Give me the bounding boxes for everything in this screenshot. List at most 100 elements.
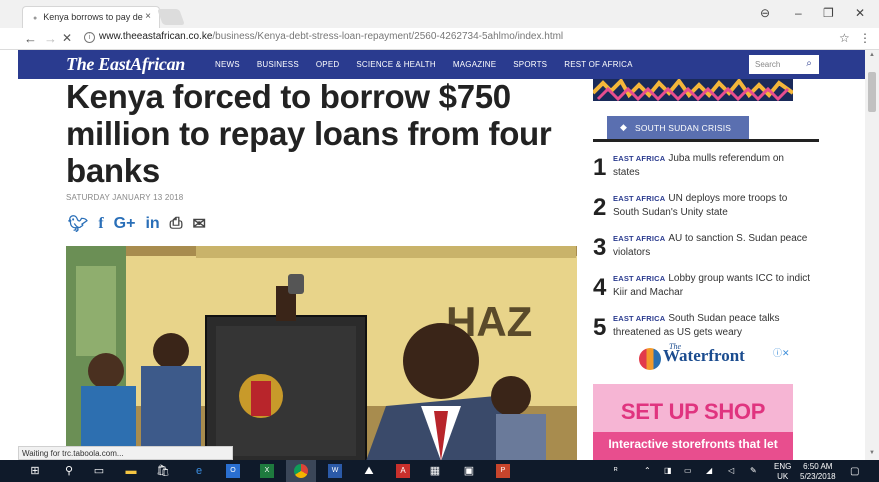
section-divider	[593, 139, 819, 142]
story-number: 4	[593, 274, 607, 301]
menu-item-news[interactable]: NEWS	[215, 60, 240, 69]
lang-top: ENG	[774, 462, 792, 471]
outlook-icon[interactable]: O	[226, 464, 240, 478]
scroll-up-icon[interactable]: ▲	[869, 52, 875, 58]
info-icon[interactable]: i	[84, 32, 95, 43]
search-taskbar-icon[interactable]: ⚲	[62, 464, 76, 478]
minimize-icon[interactable]: –	[795, 6, 802, 20]
excel-icon[interactable]: X	[260, 464, 274, 478]
language-indicator[interactable]: ENG UK	[774, 462, 791, 482]
lang-bottom: UK	[777, 472, 789, 481]
browser-tab[interactable]: ● Kenya borrows to pay de ×	[22, 6, 160, 28]
menu-item-sports[interactable]: SPORTS	[513, 60, 547, 69]
notifications-icon[interactable]: ▢	[850, 466, 859, 477]
forward-icon[interactable]: →	[44, 31, 57, 46]
clock-time: 6:50 AM	[803, 462, 833, 471]
stop-icon[interactable]: ✕	[62, 31, 72, 45]
store-icon[interactable]: 🛍︎	[156, 464, 170, 478]
page-scrollbar[interactable]: ▲ ▼	[865, 50, 879, 460]
new-tab-button[interactable]	[157, 9, 185, 25]
back-icon[interactable]: ←	[24, 31, 37, 46]
clock-date: 5/23/2018	[800, 472, 836, 481]
menu-item-oped[interactable]: OPED	[316, 60, 339, 69]
file-explorer-icon[interactable]: ▬	[124, 464, 138, 478]
calculator-icon[interactable]: ▦	[428, 464, 442, 478]
windows-start-icon[interactable]: ⊞	[28, 464, 42, 478]
print-icon[interactable]: ⎙	[170, 215, 183, 233]
word-icon[interactable]: W	[328, 464, 342, 478]
ad-headline: SET UP SHOP	[620, 399, 766, 424]
share-bar: 🐦︎ f G+ in ⎙ ✉	[68, 214, 216, 234]
windows-taskbar: ⊞ ⚲ ▭ ▬ 🛍︎ e O X W ⛰ A ▦ ▣ P ᴿ ⌃ ◨ ▭ ◢ ◁…	[0, 460, 879, 482]
facebook-icon[interactable]: f	[98, 215, 103, 233]
url-host: www.theeastafrican.co.ke	[99, 31, 213, 42]
menu-item-science-health[interactable]: SCIENCE & HEALTH	[356, 60, 436, 69]
related-stories-list: 1 EAST AFRICA Juba mulls referendum on st…	[593, 150, 819, 350]
waterfront-ad[interactable]: The Waterfront ⓘ✕ SET UP SHOP Interactiv…	[593, 340, 793, 460]
story-kicker: EAST AFRICA	[613, 274, 666, 283]
people-icon[interactable]: ᴿ	[614, 466, 618, 475]
linkedin-icon[interactable]: in	[145, 215, 159, 233]
page-viewport: The EastAfrican NEWS BUSINESS OPED SCIEN…	[0, 50, 865, 460]
battery-icon[interactable]: ▭	[684, 466, 692, 475]
google-plus-icon[interactable]: G+	[114, 215, 136, 233]
tab-favicon: ●	[33, 15, 38, 22]
tab-close-icon[interactable]: ×	[145, 11, 151, 22]
pen-icon[interactable]: ✎	[750, 466, 757, 475]
article-photo: HAZ	[66, 246, 577, 460]
top-banner-ad[interactable]	[593, 79, 793, 101]
pdf-icon[interactable]: A	[396, 464, 410, 478]
powerpoint-icon[interactable]: P	[496, 464, 510, 478]
menu-item-business[interactable]: BUSINESS	[257, 60, 299, 69]
tab-title: Kenya borrows to pay de	[43, 12, 143, 22]
article-headline: Kenya forced to borrow $750 million to r…	[66, 78, 552, 189]
mail-icon[interactable]: ✉	[192, 214, 205, 234]
list-item[interactable]: 1 EAST AFRICA Juba mulls referendum on st…	[593, 150, 819, 190]
adchoices-icon[interactable]: ⓘ✕	[773, 346, 790, 359]
menu-item-magazine[interactable]: MAGAZINE	[453, 60, 496, 69]
photos-icon[interactable]: ▣	[462, 464, 476, 478]
wifi-icon[interactable]: ◢	[706, 466, 712, 475]
story-kicker: EAST AFRICA	[613, 314, 666, 323]
chrome-icon[interactable]	[294, 464, 308, 478]
menu-item-rest-of-africa[interactable]: REST OF AFRICA	[564, 60, 632, 69]
site-navbar: The EastAfrican NEWS BUSINESS OPED SCIEN…	[18, 50, 865, 79]
list-item[interactable]: 3 EAST AFRICA AU to sanction S. Sudan pea…	[593, 230, 819, 270]
story-number: 2	[593, 194, 607, 221]
story-kicker: EAST AFRICA	[613, 154, 666, 163]
task-view-icon[interactable]: ▭	[92, 464, 106, 478]
edge-icon[interactable]: e	[192, 464, 206, 478]
story-number: 1	[593, 154, 607, 181]
scroll-down-icon[interactable]: ▼	[869, 450, 875, 456]
waterfront-logo-icon	[639, 348, 661, 370]
profile-icon[interactable]: ⊖	[760, 6, 770, 20]
tag-icon: ◆	[620, 122, 627, 132]
site-logo[interactable]: The EastAfrican	[66, 54, 185, 75]
browser-status: Waiting for trc.taboola.com...	[18, 446, 233, 460]
restore-icon[interactable]: ❐	[823, 6, 834, 20]
story-number: 3	[593, 234, 607, 261]
section-label-south-sudan[interactable]: SOUTH SUDAN CRISIS	[607, 116, 749, 139]
tray-chevron-icon[interactable]: ⌃	[644, 466, 651, 475]
system-clock[interactable]: 6:50 AM 5/23/2018	[800, 462, 836, 482]
search-icon[interactable]: ⌕	[799, 55, 819, 74]
browser-toolbar: ← → ✕ i www.theeastafrican.co.ke/busines…	[0, 28, 879, 50]
story-number: 5	[593, 314, 607, 341]
twitter-icon[interactable]: 🐦︎	[68, 214, 88, 234]
list-item[interactable]: 4 EAST AFRICA Lobby group wants ICC to in…	[593, 270, 819, 310]
close-window-icon[interactable]: ✕	[855, 6, 865, 20]
article-date: SATURDAY JANUARY 13 2018	[66, 193, 184, 202]
volume-icon[interactable]: ◁	[728, 466, 734, 475]
bookmark-star-icon[interactable]: ☆	[839, 31, 850, 45]
url-path: /business/Kenya-debt-stress-loan-repayme…	[212, 31, 564, 42]
site-menu: NEWS BUSINESS OPED SCIENCE & HEALTH MAGA…	[215, 60, 650, 69]
address-bar[interactable]: www.theeastafrican.co.ke/business/Kenya-…	[99, 31, 563, 42]
menu-kebab-icon[interactable]: ⋮	[859, 31, 871, 45]
story-kicker: EAST AFRICA	[613, 194, 666, 203]
scroll-thumb[interactable]	[868, 72, 876, 112]
tray-app-icon[interactable]: ◨	[664, 466, 672, 475]
app-icon[interactable]: ⛰	[362, 464, 376, 478]
ad-header: The Waterfront ⓘ✕	[593, 340, 793, 384]
ad-brand: Waterfront	[663, 346, 745, 365]
list-item[interactable]: 2 EAST AFRICA UN deploys more troops to S…	[593, 190, 819, 230]
